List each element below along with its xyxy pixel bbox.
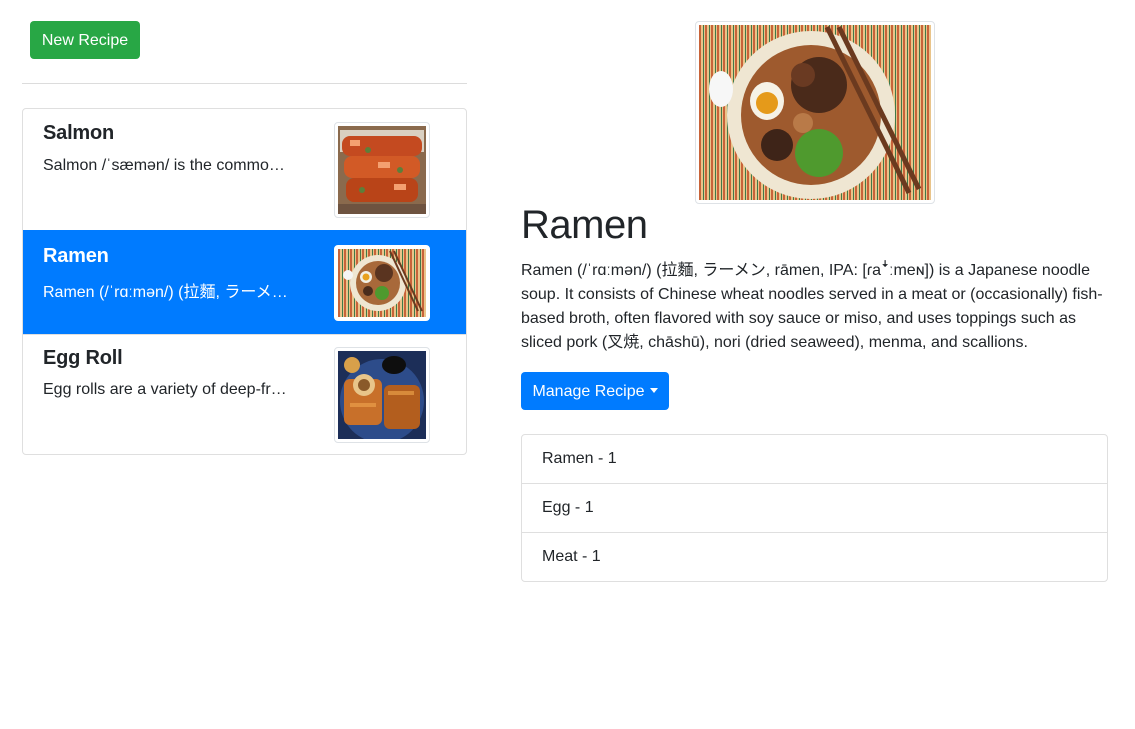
recipe-name: Egg Roll (43, 347, 123, 369)
recipe-description: Salmon /ˈsæmən/ is the common name for s… (43, 157, 288, 174)
recipe-item-salmon[interactable]: Salmon Salmon /ˈsæmən/ is the common nam… (23, 109, 466, 230)
recipe-list: Salmon Salmon /ˈsæmən/ is the common nam… (22, 108, 467, 455)
recipe-title: Ramen (521, 203, 648, 247)
ramen-bowl-image-icon (699, 25, 931, 200)
caret-down-icon (649, 388, 658, 393)
recipe-item-egg-roll[interactable]: Egg Roll Egg rolls are a variety of deep… (23, 334, 466, 454)
ingredient-item: Ramen - 1 (542, 450, 617, 467)
recipe-description-text: Ramen (/ˈrɑːmən/) (拉麵, ラーメン, rāmen, IPA:… (521, 262, 1103, 351)
recipe-name: Ramen (43, 245, 109, 267)
ingredient-item: Egg - 1 (522, 483, 1107, 532)
recipe-item-ramen[interactable]: Ramen Ramen (/ˈrɑːmən/) (拉麵, ラーメン, rāmen… (23, 230, 466, 334)
recipe-name: Salmon (43, 122, 115, 144)
manage-recipe-label: Manage Recipe (532, 383, 645, 400)
salmon-image-icon (334, 122, 430, 218)
ramen-image-icon (334, 245, 430, 321)
new-recipe-button[interactable]: New Recipe (30, 21, 140, 59)
manage-recipe-dropdown-button[interactable]: Manage Recipe (521, 372, 669, 410)
egg-roll-image-icon (334, 347, 430, 443)
recipe-description: Egg rolls are a variety of deep-fried ap… (43, 381, 288, 398)
ingredient-list: Ramen - 1 Egg - 1 Meat - 1 (521, 434, 1108, 582)
recipe-image (695, 21, 935, 204)
divider (22, 83, 467, 84)
ingredient-item: Meat - 1 (522, 532, 1107, 581)
recipe-description: Ramen (/ˈrɑːmən/) (拉麵, ラーメン, rāmen) (43, 284, 288, 301)
